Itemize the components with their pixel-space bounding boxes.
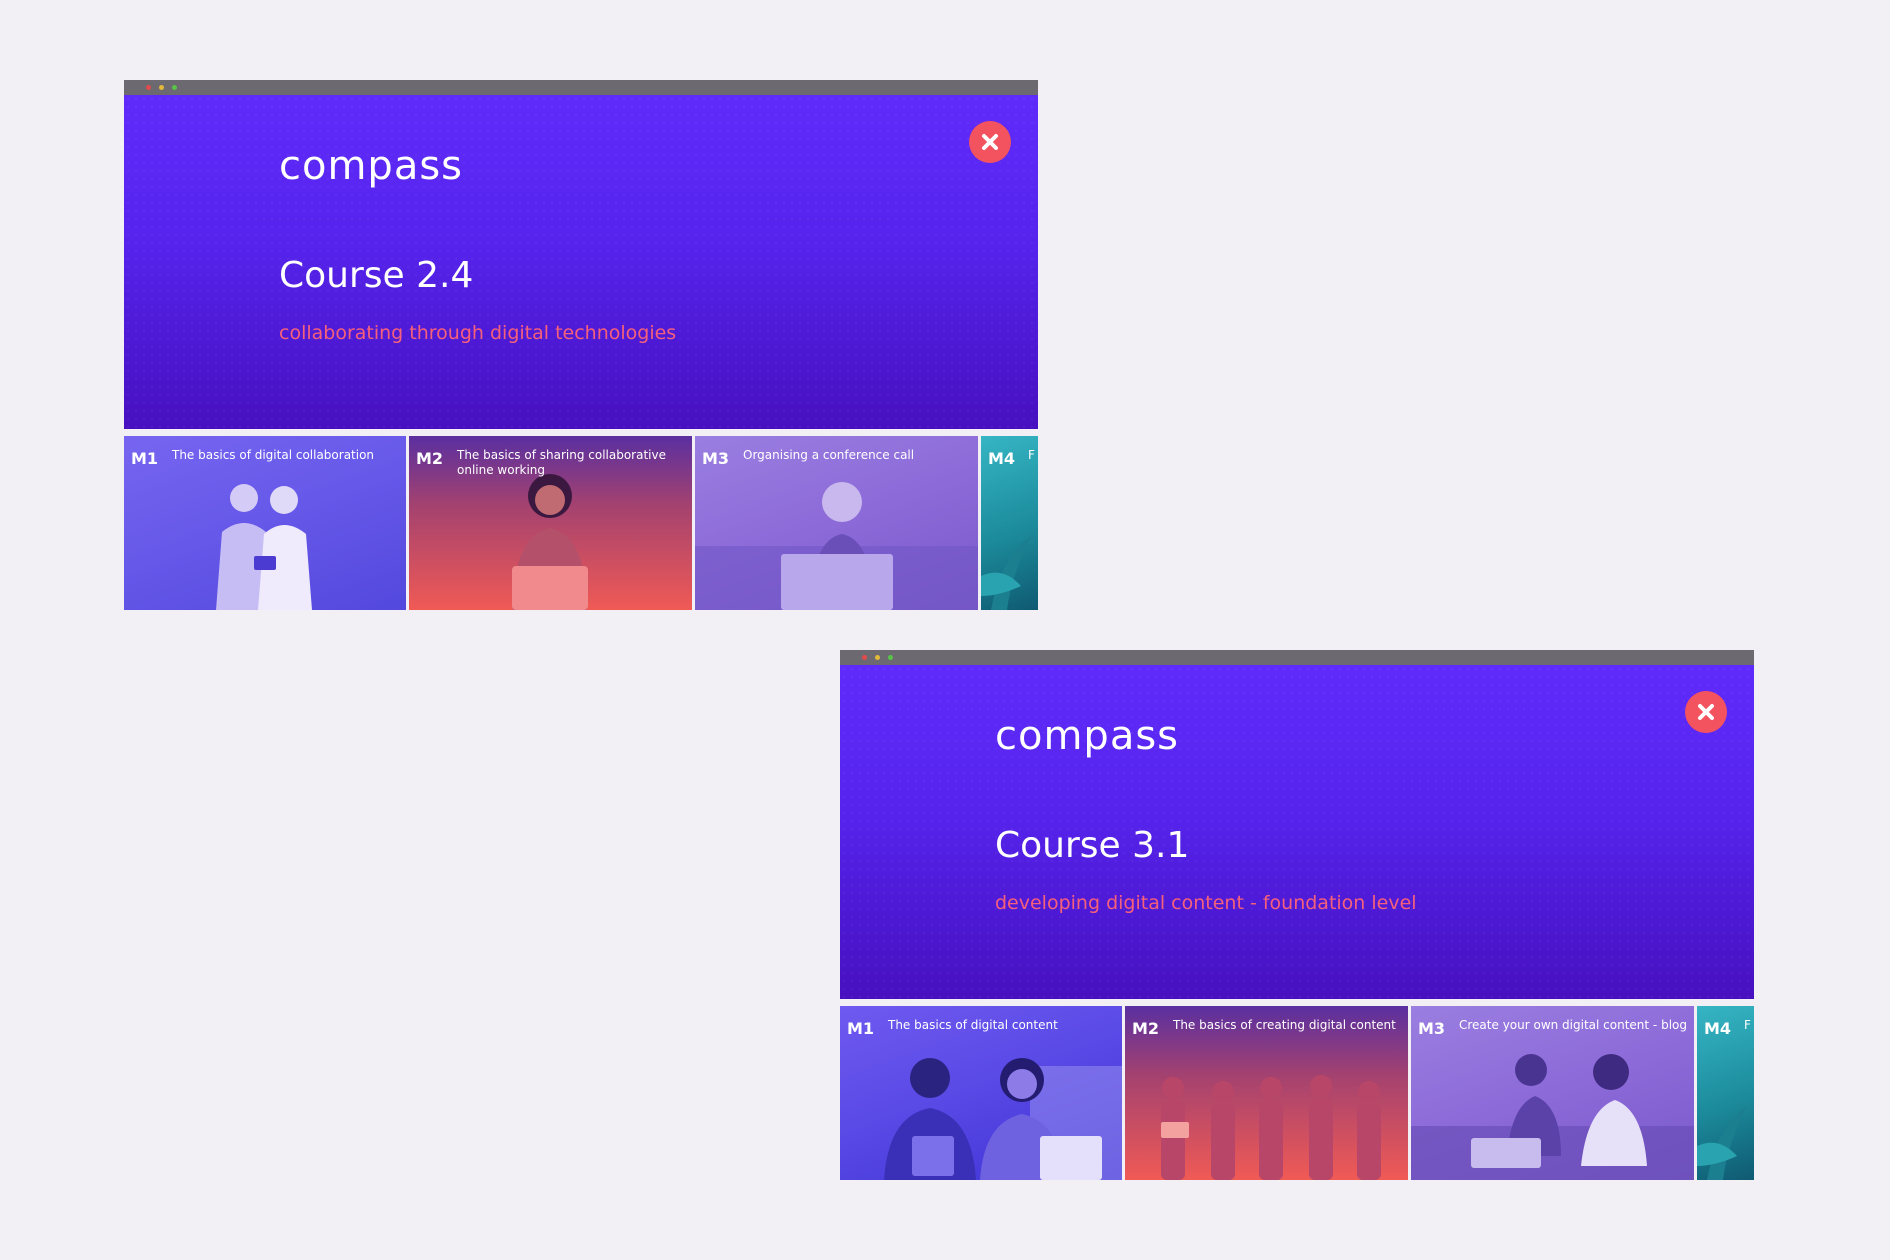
- window-chrome-bar: [124, 80, 1038, 95]
- module-title: F: [1028, 448, 1035, 462]
- course-window-3-1: compass Course 3.1 developing digital co…: [840, 650, 1754, 1180]
- module-title: The basics of digital content: [888, 1018, 1058, 1032]
- course-hero: compass Course 2.4 collaborating through…: [124, 95, 1038, 429]
- module-code: M1: [847, 1019, 875, 1038]
- module-title: The basics of digital collaboration: [172, 448, 375, 462]
- module-title: F: [1744, 1018, 1751, 1032]
- module-card-m4[interactable]: M4 F: [981, 436, 1038, 610]
- hero-dot-pattern: [124, 95, 1038, 429]
- close-x-icon: [1698, 704, 1714, 720]
- course-title: Course 3.1: [995, 825, 1190, 866]
- module-code: M3: [702, 449, 730, 468]
- course-subtitle: developing digital content - foundation …: [995, 892, 1417, 914]
- module-strip: M1 The basics of digital content M2 The …: [840, 1006, 1754, 1180]
- module-title: The basics of sharing collaborative onli…: [457, 448, 666, 477]
- module-title: Create your own digital content - blog: [1459, 1018, 1687, 1032]
- close-x-icon: [982, 134, 998, 150]
- module-code: M1: [131, 449, 159, 468]
- hero-dot-pattern: [840, 665, 1754, 999]
- window-close-dot-icon[interactable]: [146, 85, 151, 90]
- module-card-m3[interactable]: M3 Create your own digital content - blo…: [1411, 1006, 1694, 1180]
- window-chrome-bar: [840, 650, 1754, 665]
- window-minimize-dot-icon[interactable]: [875, 655, 880, 660]
- module-card-m4[interactable]: M4 F: [1697, 1006, 1754, 1180]
- window-maximize-dot-icon[interactable]: [172, 85, 177, 90]
- module-code: M2: [1132, 1019, 1160, 1038]
- close-button[interactable]: [1685, 691, 1727, 733]
- module-strip: M1 The basics of digital collaboration M…: [124, 436, 1038, 610]
- window-minimize-dot-icon[interactable]: [159, 85, 164, 90]
- course-title: Course 2.4: [279, 255, 474, 296]
- module-card-m2[interactable]: M2 The basics of creating digital conten…: [1125, 1006, 1408, 1180]
- module-code: M4: [988, 449, 1016, 468]
- window-close-dot-icon[interactable]: [862, 655, 867, 660]
- module-card-m3[interactable]: M3 Organising a conference call: [695, 436, 978, 610]
- module-code: M3: [1418, 1019, 1446, 1038]
- module-title: Organising a conference call: [743, 448, 915, 462]
- compass-logo: compass: [279, 143, 464, 189]
- close-button[interactable]: [969, 121, 1011, 163]
- module-card-m1[interactable]: M1 The basics of digital content: [840, 1006, 1122, 1180]
- module-card-m2[interactable]: M2 The basics of sharing collaborative o…: [409, 436, 692, 610]
- compass-logo: compass: [995, 713, 1180, 759]
- module-card-m1[interactable]: M1 The basics of digital collaboration: [124, 436, 406, 610]
- course-subtitle: collaborating through digital technologi…: [279, 322, 677, 344]
- window-maximize-dot-icon[interactable]: [888, 655, 893, 660]
- module-title: The basics of creating digital content: [1173, 1018, 1396, 1032]
- course-window-2-4: compass Course 2.4 collaborating through…: [124, 80, 1038, 610]
- module-code: M4: [1704, 1019, 1732, 1038]
- module-code: M2: [416, 449, 444, 468]
- course-hero: compass Course 3.1 developing digital co…: [840, 665, 1754, 999]
